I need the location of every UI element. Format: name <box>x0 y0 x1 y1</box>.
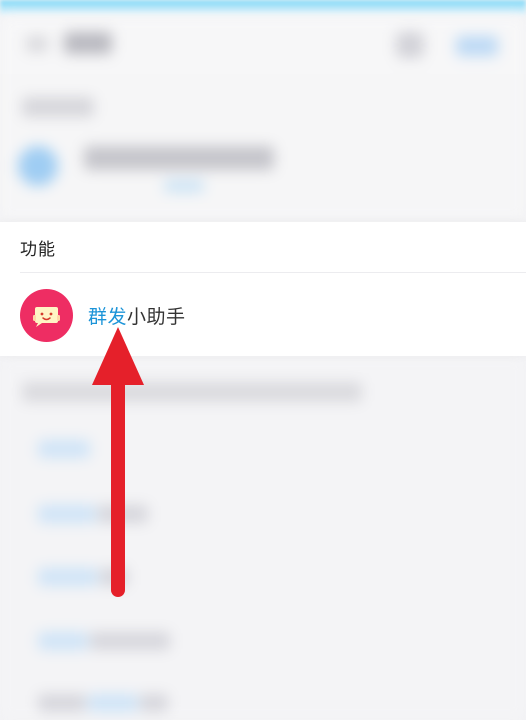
red-arrow-annotation <box>92 327 144 597</box>
arrow-head <box>92 327 144 385</box>
